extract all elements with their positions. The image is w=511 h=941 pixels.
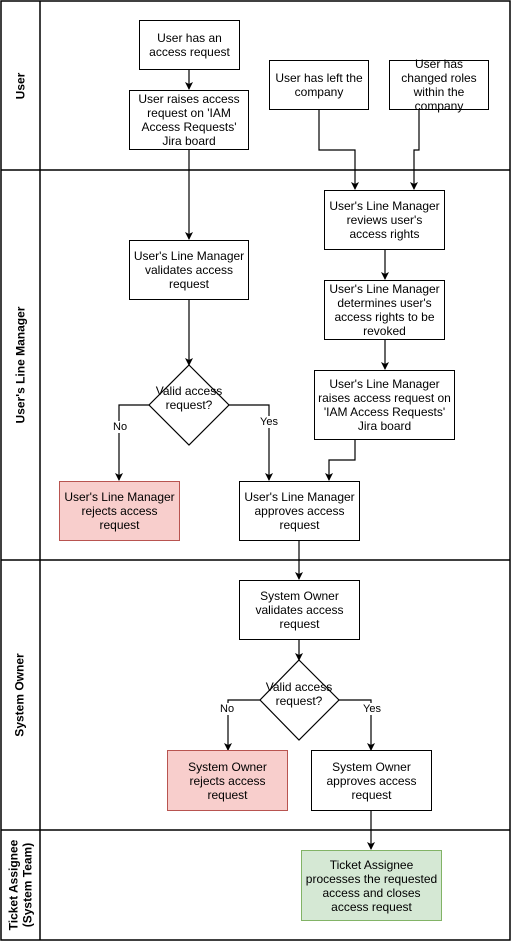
edge-label-yes: Yes bbox=[259, 416, 279, 428]
node-user-has-request[interactable]: User has an access request bbox=[139, 20, 240, 70]
node-lm-approves[interactable]: User's Line Manager approves access requ… bbox=[239, 481, 360, 541]
edge-left-to-review bbox=[318, 110, 359, 190]
node-so-approves[interactable]: System Owner approves access request bbox=[311, 750, 432, 811]
lane-label: System Owner bbox=[13, 653, 27, 737]
lane-title-line-manager: User's Line Manager bbox=[0, 170, 40, 560]
lane-label: User bbox=[13, 72, 27, 99]
node-lm-validates[interactable]: User's Line Manager validates access req… bbox=[129, 240, 249, 300]
lane-label: Ticket Assignee (System Team) bbox=[6, 839, 34, 931]
edge-changed-to-review bbox=[410, 110, 420, 190]
lm-decision-label[interactable]: Valid access request? bbox=[149, 384, 229, 412]
node-user-changed-roles[interactable]: User has changed roles within the compan… bbox=[389, 57, 489, 113]
node-so-rejects[interactable]: System Owner rejects access request bbox=[167, 750, 288, 811]
edge-decision-no bbox=[115, 404, 149, 481]
node-lm-reviews-rights[interactable]: User's Line Manager reviews user's acces… bbox=[324, 190, 445, 250]
edge-label-no: No bbox=[219, 703, 236, 715]
node-user-raises-request[interactable]: User raises access request on 'IAM Acces… bbox=[129, 90, 249, 150]
node-so-validates[interactable]: System Owner validates access request bbox=[239, 580, 360, 640]
edge-lm-raise-to-approve bbox=[325, 440, 356, 481]
lane-title-system-owner: System Owner bbox=[0, 560, 40, 830]
node-lm-raises-request[interactable]: User's Line Manager raises access reques… bbox=[314, 370, 455, 440]
lane-title-user: User bbox=[0, 1, 40, 170]
node-user-left-company[interactable]: User has left the company bbox=[269, 60, 369, 110]
node-lm-determines-revoke[interactable]: User's Line Manager determines user's ac… bbox=[324, 280, 445, 340]
lane-label: User's Line Manager bbox=[13, 306, 27, 424]
node-lm-rejects[interactable]: User's Line Manager rejects access reque… bbox=[59, 481, 180, 541]
edge-label-no: No bbox=[112, 421, 129, 433]
so-decision-label[interactable]: Valid access request? bbox=[259, 680, 339, 708]
lane-title-ticket-assignee: Ticket Assignee (System Team) bbox=[0, 830, 40, 940]
edge-label-yes: Yes bbox=[362, 703, 382, 715]
node-ta-processes[interactable]: Ticket Assignee processes the requested … bbox=[301, 850, 442, 921]
